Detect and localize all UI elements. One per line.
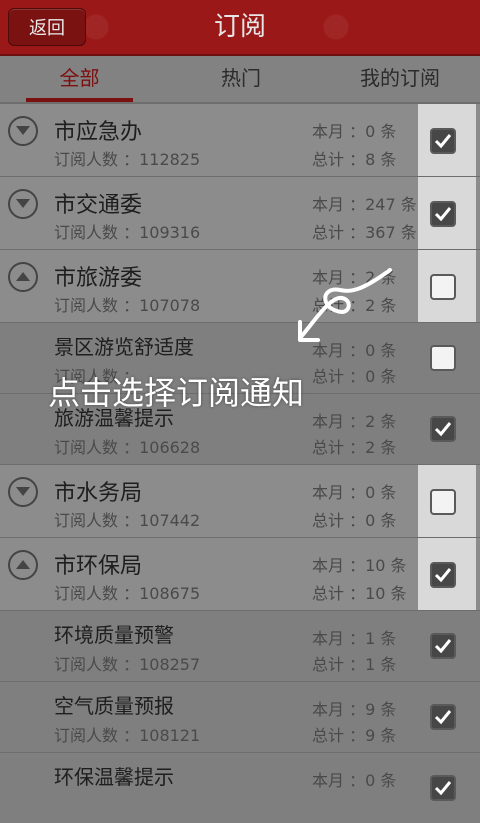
item-total-count: 总计 ：1 条 xyxy=(312,655,397,674)
item-subscribers: 订阅人数 ：106628 xyxy=(54,438,201,457)
list-item[interactable]: 市交通委 订阅人数 ：109316 本月 ：247 条 总计 ：367 条 xyxy=(0,177,480,250)
subscribe-checkbox[interactable] xyxy=(430,201,456,227)
item-name: 环保温馨提示 xyxy=(54,765,174,789)
item-total-count: 总计 ：8 条 xyxy=(312,150,397,169)
page-title: 订阅 xyxy=(213,12,266,42)
collapse-up-icon[interactable] xyxy=(8,550,38,580)
collapse-up-icon[interactable] xyxy=(8,262,38,292)
item-month-count: 本月 ：0 条 xyxy=(312,771,397,790)
item-name: 景区游览舒适度 xyxy=(54,335,194,359)
item-subscribers: 订阅人数 ：109316 xyxy=(54,223,201,242)
subscribe-checkbox[interactable] xyxy=(430,128,456,154)
list-item[interactable]: 市旅游委 订阅人数 ：107078 本月 ：2 条 总计 ：2 条 xyxy=(0,250,480,323)
tab-bar: 全部 热门 我的订阅 xyxy=(0,56,480,104)
item-total-count: 总计 ：367 条 xyxy=(312,223,417,242)
item-subscribers: 订阅人数 ：112825 xyxy=(54,150,201,169)
item-month-count: 本月 ：10 条 xyxy=(312,556,407,575)
expand-down-icon[interactable] xyxy=(8,189,38,219)
list-item-child[interactable]: 环保温馨提示 本月 ：0 条 xyxy=(0,753,480,823)
item-name: 空气质量预报 xyxy=(54,694,174,718)
tab-all[interactable]: 全部 xyxy=(26,56,133,100)
tab-my-subscriptions[interactable]: 我的订阅 xyxy=(340,56,460,100)
item-month-count: 本月 ：1 条 xyxy=(312,629,397,648)
item-month-count: 本月 ：247 条 xyxy=(312,195,417,214)
item-subscribers: 订阅人数 ：108121 xyxy=(54,726,201,745)
item-name: 市应急办 xyxy=(54,120,143,145)
item-month-count: 本月 ：9 条 xyxy=(312,700,397,719)
item-total-count: 总计 ：0 条 xyxy=(312,367,397,386)
expand-down-icon[interactable] xyxy=(8,116,38,146)
item-total-count: 总计 ：9 条 xyxy=(312,726,397,745)
subscribe-checkbox[interactable] xyxy=(430,345,456,371)
tutorial-arrow-icon xyxy=(298,268,392,342)
active-tab-indicator xyxy=(26,98,133,102)
item-month-count: 本月 ：2 条 xyxy=(312,412,397,431)
item-month-count: 本月 ：0 条 xyxy=(312,483,397,502)
subscription-list: 市应急办 订阅人数 ：112825 本月 ：0 条 总计 ：8 条 市交通委 订… xyxy=(0,104,480,823)
item-total-count: 总计 ：10 条 xyxy=(312,584,407,603)
subscribe-checkbox[interactable] xyxy=(430,489,456,515)
item-name: 市旅游委 xyxy=(54,266,143,291)
list-item-child[interactable]: 环境质量预警 订阅人数 ：108257 本月 ：1 条 总计 ：1 条 xyxy=(0,611,480,682)
item-name: 市环保局 xyxy=(54,554,143,579)
item-month-count: 本月 ：0 条 xyxy=(312,122,397,141)
subscribe-checkbox[interactable] xyxy=(430,775,456,801)
list-item-child[interactable]: 空气质量预报 订阅人数 ：108121 本月 ：9 条 总计 ：9 条 xyxy=(0,682,480,753)
subscribe-checkbox[interactable] xyxy=(430,416,456,442)
item-total-count: 总计 ：2 条 xyxy=(312,438,397,457)
subscribe-checkbox[interactable] xyxy=(430,704,456,730)
item-subscribers: 订阅人数 ：108675 xyxy=(54,584,201,603)
list-item[interactable]: 市应急办 订阅人数 ：112825 本月 ：0 条 总计 ：8 条 xyxy=(0,104,480,177)
list-item[interactable]: 市环保局 订阅人数 ：108675 本月 ：10 条 总计 ：10 条 xyxy=(0,538,480,611)
expand-down-icon[interactable] xyxy=(8,477,38,507)
item-subscribers: 订阅人数 ：107078 xyxy=(54,296,201,315)
list-item[interactable]: 市水务局 订阅人数 ：107442 本月 ：0 条 总计 ：0 条 xyxy=(0,465,480,538)
item-name: 市水务局 xyxy=(54,481,143,506)
item-name: 环境质量预警 xyxy=(54,623,174,647)
subscribe-checkbox[interactable] xyxy=(430,562,456,588)
title-bar: 返回 订阅 xyxy=(0,0,480,56)
subscribe-checkbox[interactable] xyxy=(430,274,456,300)
item-total-count: 总计 ：0 条 xyxy=(312,511,397,530)
item-name: 市交通委 xyxy=(54,193,143,218)
tab-hot[interactable]: 热门 xyxy=(186,56,296,100)
subscribe-checkbox[interactable] xyxy=(430,633,456,659)
tutorial-hint: 点击选择订阅通知 xyxy=(48,374,305,412)
item-subscribers: 订阅人数 ：107442 xyxy=(54,511,201,530)
item-subscribers: 订阅人数 ：108257 xyxy=(54,655,201,674)
